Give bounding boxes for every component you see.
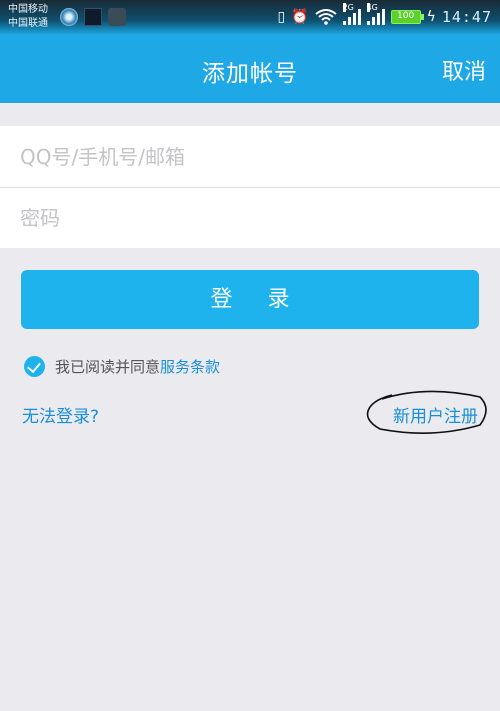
page-title: 添加帐号 (202, 61, 298, 87)
carrier-2: 中国联通 (8, 18, 48, 29)
register-link[interactable]: 新用户注册 (393, 402, 478, 427)
agree-checkbox[interactable] (24, 356, 45, 377)
agreement-row: 我已阅读并同意服务条款 (24, 356, 220, 377)
signal-4g-icon: 4G (366, 3, 385, 25)
vibrate-icon: ▯ (277, 9, 286, 25)
login-button[interactable]: 登 录 (21, 270, 479, 329)
agreement-text: 我已阅读并同意 (55, 358, 161, 376)
login-form (0, 126, 500, 248)
carrier-info: 中国移动 中国联通 (8, 3, 48, 31)
wifi-icon (314, 9, 337, 25)
account-field-row (0, 126, 500, 187)
clock: 14:47 (441, 8, 492, 26)
battery-icon: 100 (390, 10, 424, 24)
net-2g-label: 2G (342, 3, 354, 12)
browser-notification-icon (60, 8, 78, 26)
app-notification-icon (84, 8, 102, 26)
net-4g-label: 4G (366, 3, 378, 12)
cant-login-link[interactable]: 无法登录? (22, 402, 99, 427)
status-icons: ▯ ⏰ 2G 4G 100 ϟ 14:47 (277, 3, 492, 28)
terms-link[interactable]: 服务条款 (160, 358, 220, 376)
image-notification-icon (108, 8, 126, 26)
cancel-button[interactable]: 取消 (442, 54, 486, 86)
carrier-1: 中国移动 (8, 4, 48, 15)
charging-icon: ϟ (426, 9, 436, 25)
status-bar: 中国移动 中国联通 ▯ ⏰ 2G 4G 100 ϟ 14:47 (0, 0, 500, 34)
password-input[interactable] (20, 206, 460, 230)
title-bar: 添加帐号 取消 (0, 34, 500, 103)
password-field-row (0, 187, 500, 248)
alarm-icon: ⏰ (291, 9, 309, 25)
account-input[interactable] (20, 144, 460, 169)
signal-2g-icon: 2G (342, 3, 361, 25)
